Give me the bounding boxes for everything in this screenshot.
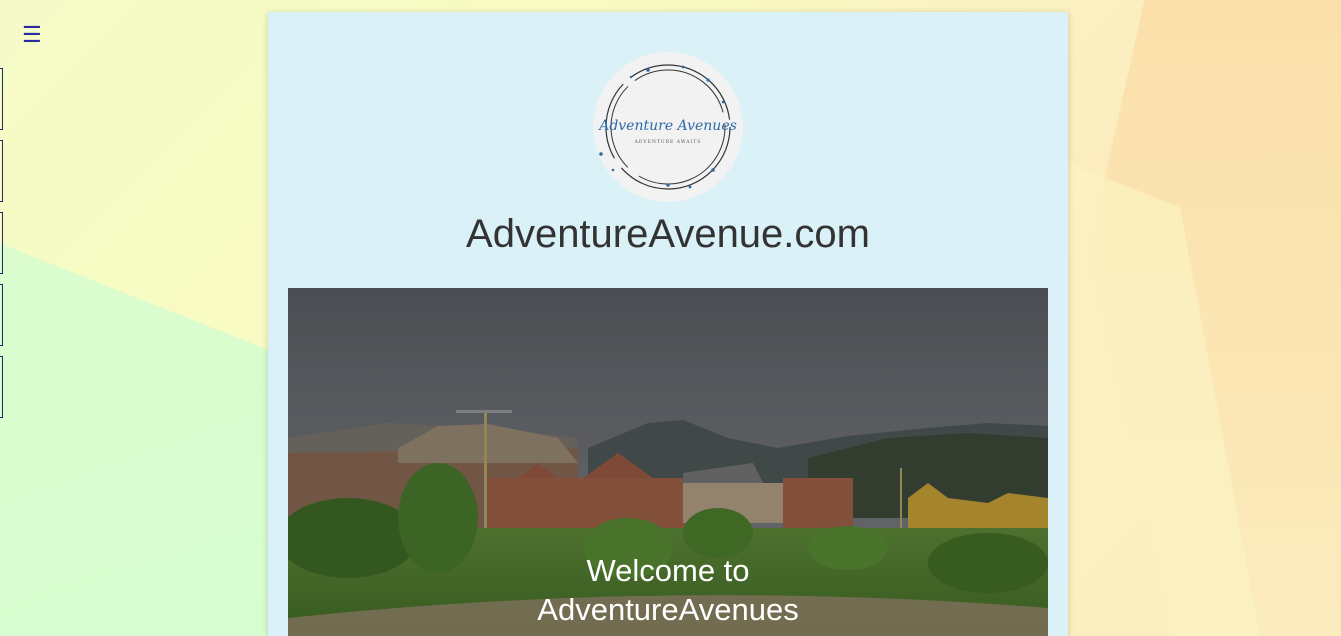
- sidebar-item[interactable]: [0, 284, 3, 346]
- sidebar-item[interactable]: [0, 140, 3, 202]
- sidebar-item[interactable]: [0, 356, 3, 418]
- logo-script-text: Adventure Avenues: [597, 118, 737, 134]
- hero-title-line: AdventureAvenues: [537, 592, 799, 627]
- hamburger-menu-icon[interactable]: ☰: [22, 24, 44, 46]
- logo-tagline: ADVENTURE AWAITS: [634, 139, 702, 145]
- sidebar-item[interactable]: [0, 212, 3, 274]
- hero-title: Welcome to AdventureAvenues: [288, 551, 1048, 629]
- background-shape: [1060, 160, 1260, 636]
- logo-emblem-icon: Adventure Avenues ADVENTURE AWAITS: [597, 64, 737, 190]
- main-card: Adventure Avenues ADVENTURE AWAITS Adven…: [268, 12, 1068, 636]
- hero-banner: Welcome to AdventureAvenues: [288, 288, 1048, 636]
- background-shape: [1088, 0, 1341, 636]
- site-title: AdventureAvenue.com: [466, 212, 870, 256]
- site-logo[interactable]: Adventure Avenues ADVENTURE AWAITS: [593, 52, 743, 202]
- sidebar-nav: [0, 68, 3, 428]
- sidebar-item[interactable]: [0, 68, 3, 130]
- hero-title-line: Welcome to: [586, 553, 750, 588]
